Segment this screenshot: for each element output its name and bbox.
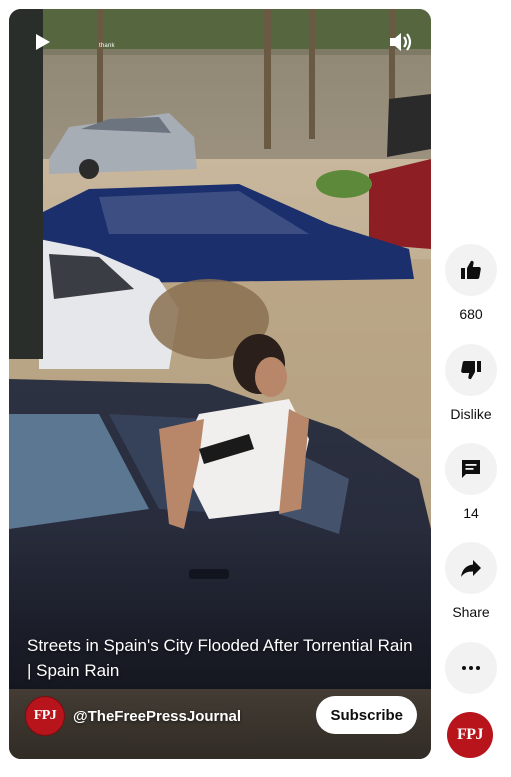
thumbs-down-icon: [461, 361, 481, 380]
channel-avatar-text: FPJ: [33, 708, 57, 723]
like-action: 680: [440, 244, 502, 322]
sidebar-avatar-text: FPJ: [456, 726, 484, 743]
play-button[interactable]: [31, 31, 53, 53]
channel-handle[interactable]: @TheFreePressJournal: [73, 708, 241, 725]
play-icon: [36, 34, 50, 50]
progress-label: thank: [99, 43, 115, 49]
more-action: [440, 642, 502, 694]
volume-button[interactable]: [387, 29, 413, 55]
volume-icon: [390, 33, 412, 51]
video-title[interactable]: Streets in Spain's City Flooded After To…: [27, 633, 417, 683]
more-horizontal-icon: [462, 666, 480, 670]
like-button[interactable]: [445, 244, 497, 296]
player-controls: thank: [9, 9, 431, 69]
shorts-player[interactable]: thank Streets in Spain's City Flooded Af…: [9, 9, 431, 759]
comments-button[interactable]: [445, 443, 497, 495]
thumbs-up-icon: [461, 260, 481, 279]
dislike-label: Dislike: [450, 406, 492, 422]
share-action: Share: [440, 542, 502, 620]
like-count: 680: [459, 306, 483, 322]
share-label: Share: [452, 604, 490, 620]
comment-count: 14: [463, 505, 479, 521]
comments-action: 14: [440, 443, 502, 521]
dislike-action: Dislike: [440, 344, 502, 422]
sidebar-channel-avatar[interactable]: FPJ: [447, 712, 493, 758]
share-button[interactable]: [445, 542, 497, 594]
channel-avatar[interactable]: FPJ: [25, 696, 65, 736]
subscribe-button[interactable]: Subscribe: [316, 696, 417, 734]
share-icon: [461, 560, 481, 577]
dislike-button[interactable]: [445, 344, 497, 396]
channel-row: FPJ @TheFreePressJournal Subscribe: [25, 695, 417, 737]
more-button[interactable]: [445, 642, 497, 694]
comment-icon: [462, 460, 480, 478]
